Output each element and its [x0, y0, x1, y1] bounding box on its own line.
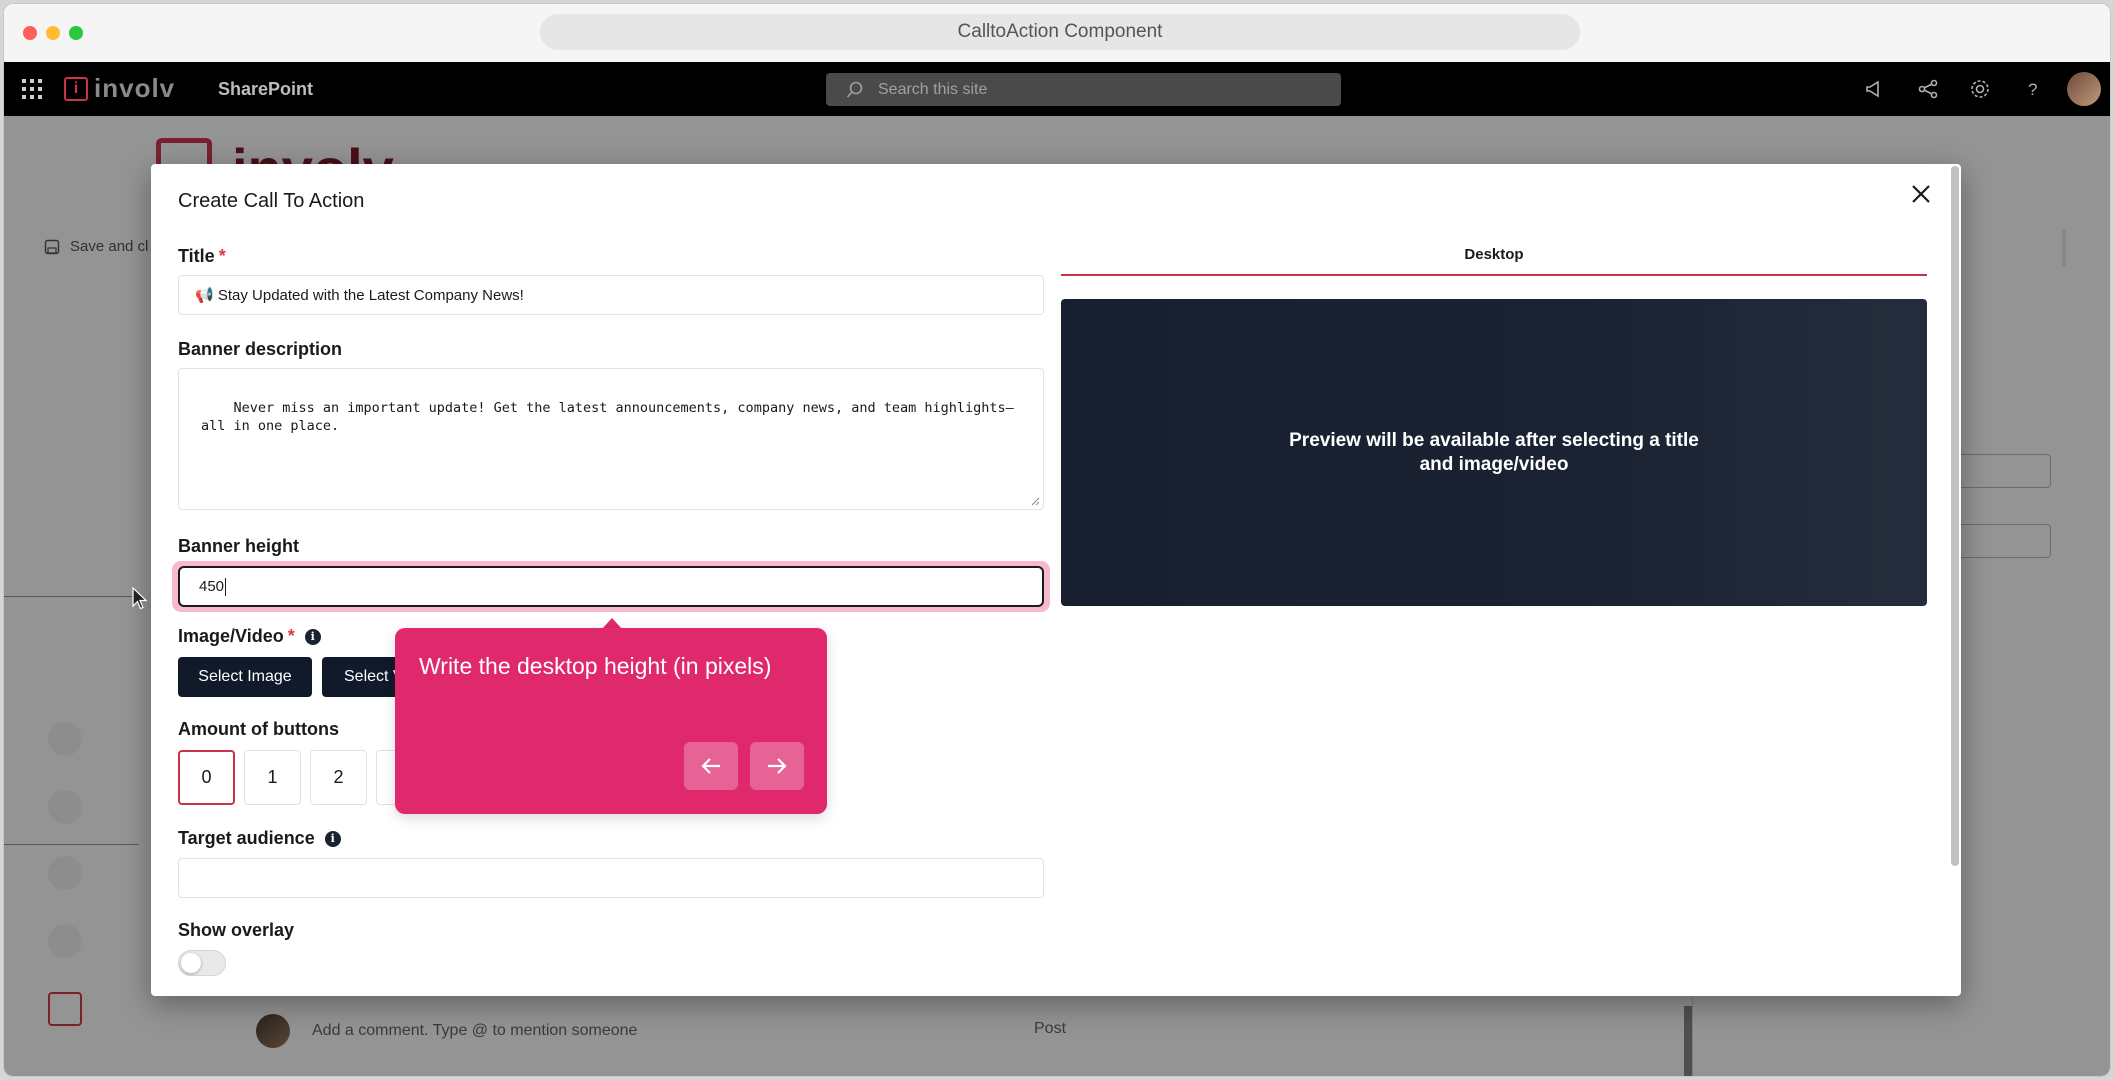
mouse-cursor-icon: [132, 587, 148, 610]
target-audience-input[interactable]: [178, 858, 1044, 898]
audience-label-text: Target audience: [178, 828, 315, 848]
preview-message: Preview will be available after selectin…: [1289, 429, 1699, 475]
button-count-0[interactable]: 0: [178, 750, 235, 805]
tooltip-next-button[interactable]: [750, 742, 804, 790]
title-input[interactable]: 📢 Stay Updated with the Latest Company N…: [178, 275, 1044, 315]
site-search-input[interactable]: Search this site: [826, 73, 1341, 106]
guide-tooltip: Write the desktop height (in pixels): [395, 628, 827, 814]
maximize-window-button[interactable]: [69, 26, 83, 40]
info-icon[interactable]: i: [324, 830, 341, 847]
audience-label: Target audience i: [178, 828, 341, 849]
description-text: Never miss an important update! Get the …: [201, 400, 1014, 434]
media-label-text: Image/Video: [178, 626, 284, 646]
select-image-button[interactable]: Select Image: [178, 657, 312, 697]
description-label: Banner description: [178, 339, 343, 359]
banner-preview: Preview will be available after selectin…: [1061, 299, 1927, 606]
tooltip-text: Write the desktop height (in pixels): [419, 653, 772, 679]
required-marker: *: [218, 246, 226, 266]
height-label: Banner height: [178, 536, 300, 556]
button-count-2[interactable]: 2: [310, 750, 367, 805]
close-window-button[interactable]: [23, 26, 37, 40]
create-cta-dialog: Create Call To Action Title * 📢 Stay Upda…: [151, 164, 1961, 996]
text-caret: [225, 577, 227, 596]
minimize-window-button[interactable]: [46, 26, 60, 40]
brand-name: involv: [94, 73, 176, 103]
overlay-label: Show overlay: [178, 920, 295, 940]
megaphone-icon[interactable]: [1864, 77, 1888, 101]
svg-text:?: ?: [2028, 80, 2037, 99]
info-icon[interactable]: i: [304, 628, 321, 645]
gear-icon[interactable]: [1968, 77, 1992, 101]
share-icon[interactable]: [1916, 77, 1940, 101]
sharepoint-suite-bar: i involv SharePoint Search this site ?: [4, 62, 2110, 116]
tab-desktop[interactable]: Desktop: [1061, 246, 1927, 276]
dialog-title: Create Call To Action: [178, 190, 365, 212]
button-count-1[interactable]: 1: [244, 750, 301, 805]
search-icon: [846, 81, 863, 98]
arrow-left-icon: [701, 758, 720, 774]
help-icon[interactable]: ?: [2021, 77, 2045, 101]
resize-handle-icon[interactable]: [1030, 496, 1040, 506]
close-icon[interactable]: [1907, 180, 1935, 208]
involv-logo-icon: i: [64, 77, 88, 101]
dialog-scrollbar[interactable]: [1951, 166, 1959, 866]
toggle-knob: [181, 953, 201, 973]
arrow-right-icon: [768, 758, 787, 774]
search-placeholder: Search this site: [878, 80, 988, 98]
tooltip-prev-button[interactable]: [684, 742, 738, 790]
banner-height-input[interactable]: 450: [178, 566, 1044, 607]
app-name[interactable]: SharePoint: [218, 79, 313, 100]
address-bar[interactable]: CalltoAction Component: [540, 14, 1580, 50]
media-label: Image/Video * i: [178, 626, 321, 647]
title-label-text: Title: [178, 246, 215, 266]
app-launcher-icon[interactable]: [22, 79, 42, 99]
user-avatar[interactable]: [2067, 72, 2101, 106]
buttons-amount-label: Amount of buttons: [178, 719, 339, 739]
browser-titlebar: CalltoAction Component: [4, 4, 2110, 62]
required-marker: *: [287, 626, 295, 646]
title-label: Title *: [178, 246, 226, 267]
height-input-highlight: 450: [172, 561, 1050, 612]
description-textarea[interactable]: Never miss an important update! Get the …: [178, 368, 1044, 510]
show-overlay-toggle[interactable]: [178, 950, 226, 976]
banner-height-value: 450: [199, 578, 225, 595]
